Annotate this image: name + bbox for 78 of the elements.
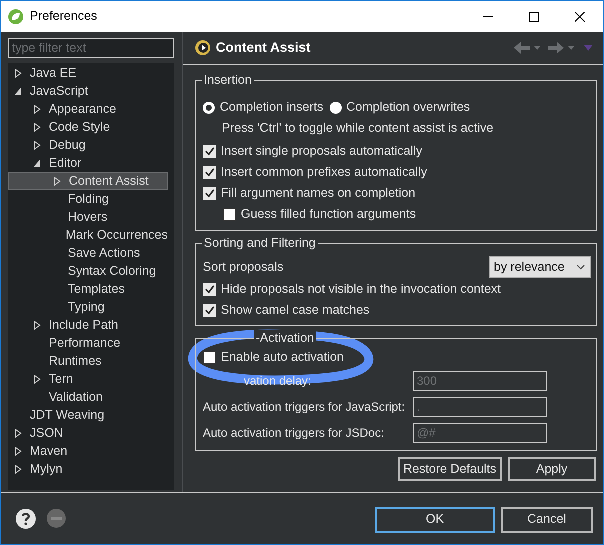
checkbox-option[interactable]: Hide proposals not visible in the invocation context — [203, 279, 596, 300]
field-label: Auto activation triggers for JSDoc: — [203, 425, 384, 442]
expanded-arrow-icon[interactable] — [14, 86, 22, 96]
filter-field[interactable]: type filter text — [8, 38, 174, 58]
leaf-logo-icon — [8, 8, 24, 24]
tree-item[interactable]: Code Style — [8, 118, 168, 136]
help-icon[interactable] — [16, 508, 36, 528]
field-label: Sort proposals — [203, 258, 284, 276]
record-icon[interactable] — [47, 509, 66, 528]
checkbox-option[interactable]: Insert single proposals automatically — [203, 141, 596, 162]
checkbox-option[interactable]: Enable auto activation — [203, 347, 596, 368]
tree-item[interactable]: Java EE — [8, 64, 168, 82]
tree-item[interactable]: Templates — [8, 280, 168, 298]
apply-button[interactable]: Apply — [508, 457, 596, 481]
tree-item[interactable]: Mark Occurrences — [8, 226, 168, 244]
checkbox[interactable] — [203, 187, 216, 200]
restore-defaults-button[interactable]: Restore Defaults — [398, 457, 502, 481]
tree-item[interactable]: Include Path — [8, 316, 168, 334]
tree-item[interactable]: Folding — [8, 190, 168, 208]
checkmark-icon — [204, 306, 214, 315]
tree-item[interactable]: Performance — [8, 334, 168, 352]
content-assist-icon — [195, 40, 211, 56]
checkmark-icon — [204, 285, 214, 294]
tree-item[interactable]: Content Assist — [8, 172, 168, 190]
chevron-down-icon — [577, 264, 585, 270]
ok-button[interactable]: OK — [375, 506, 495, 532]
checkbox[interactable] — [203, 283, 216, 296]
hint-text: Press 'Ctrl' to toggle while content assist is active — [222, 120, 494, 137]
tree-item[interactable]: Runtimes — [8, 352, 168, 370]
minimize-icon — [483, 16, 493, 18]
checkbox-option[interactable]: Insert common prefixes automatically — [203, 162, 596, 183]
collapsed-arrow-icon[interactable] — [33, 374, 41, 384]
checkbox-option[interactable]: Show camel case matches — [203, 300, 596, 321]
field-label: vation delay: — [244, 373, 312, 390]
tree-item[interactable]: JSON — [8, 424, 168, 442]
tree-item[interactable]: Typing — [8, 298, 168, 316]
checkmark-icon — [204, 147, 214, 156]
checkbox-option[interactable]: Guess filled function arguments — [203, 204, 596, 225]
field-label: Auto activation triggers for JavaScript: — [203, 399, 406, 416]
dropdown-caret-icon[interactable] — [568, 46, 575, 50]
checkbox[interactable] — [223, 208, 236, 221]
group-title: Sorting and Filtering — [202, 235, 318, 251]
tree-item[interactable]: Tern — [8, 370, 168, 388]
tree-item[interactable]: Validation — [8, 388, 168, 406]
collapsed-arrow-icon[interactable] — [33, 320, 41, 330]
expanded-arrow-icon[interactable] — [33, 158, 41, 168]
close-icon — [575, 12, 585, 22]
tree-item[interactable]: Hovers — [8, 208, 168, 226]
forward-arrow-icon[interactable] — [547, 41, 565, 55]
checkbox[interactable] — [203, 351, 216, 364]
back-arrow-icon[interactable] — [513, 41, 531, 55]
checkbox[interactable] — [203, 145, 216, 158]
tree-item[interactable]: Appearance — [8, 100, 168, 118]
radio-option[interactable]: Completion inserts — [203, 98, 324, 117]
maximize-icon — [529, 12, 539, 22]
radio-button[interactable] — [203, 102, 215, 114]
tree-item[interactable]: Editor — [8, 154, 168, 172]
tree-item[interactable]: JDT Weaving — [8, 406, 168, 424]
collapsed-arrow-icon[interactable] — [53, 176, 61, 186]
checkmark-icon — [204, 168, 214, 177]
cancel-button[interactable]: Cancel — [501, 506, 593, 532]
tree-item[interactable]: Save Actions — [8, 244, 168, 262]
page-title: Content Assist — [216, 38, 311, 57]
window-title: Preferences — [30, 8, 98, 26]
tree-item[interactable]: Maven — [8, 442, 168, 460]
sort-dropdown[interactable]: by relevance — [489, 256, 591, 278]
dropdown-caret-icon[interactable] — [534, 46, 541, 50]
tree-item[interactable]: Debug — [8, 136, 168, 154]
collapsed-arrow-icon[interactable] — [14, 68, 22, 78]
checkbox-option[interactable]: Fill argument names on completion — [203, 183, 596, 204]
radio-button[interactable] — [330, 102, 342, 114]
checkmark-icon — [204, 189, 214, 198]
tree-item[interactable]: Syntax Coloring — [8, 262, 168, 280]
checkbox[interactable] — [203, 304, 216, 317]
radio-option[interactable]: Completion overwrites — [330, 98, 470, 117]
checkbox[interactable] — [203, 166, 216, 179]
tree-item[interactable]: Mylyn — [8, 460, 168, 478]
tree-item[interactable]: JavaScript — [8, 82, 168, 100]
